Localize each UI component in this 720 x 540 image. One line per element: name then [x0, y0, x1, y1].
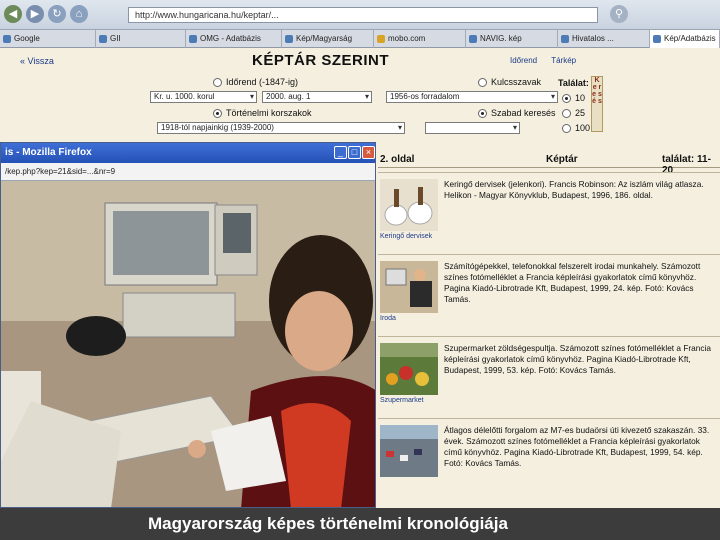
tab-label: GII [110, 34, 121, 43]
page-title: KÉPTÁR SZERINT [252, 52, 390, 69]
tab-8-active[interactable]: Kép/Adatbázis [650, 30, 720, 48]
tab-favicon-icon [3, 35, 11, 43]
idorend-link[interactable]: Időrend [510, 56, 537, 65]
results-header: 2. oldal Képtár találat: 11-20 [378, 152, 720, 176]
search-icon[interactable]: ⚲ [610, 5, 628, 23]
tab-4[interactable]: Kép/Magyarság [282, 30, 374, 48]
tab-favicon-icon [189, 35, 197, 43]
talalat-25-label: 25 [575, 108, 586, 118]
idorend-radio[interactable] [213, 78, 222, 87]
talalat-10-radio[interactable] [562, 94, 571, 103]
close-icon[interactable]: × [362, 146, 375, 159]
szabad-input[interactable] [425, 122, 520, 134]
tab-label: Kép/Adatbázis [664, 34, 716, 43]
talalat-100-label: 100 [575, 123, 591, 133]
page-number: 2. oldal [380, 154, 415, 165]
thumb-caption[interactable]: Szupermarket [380, 397, 424, 404]
popup-title: is - Mozilla Firefox [1, 143, 375, 163]
szabad-radio[interactable] [478, 109, 487, 118]
idorend-label: Időrend (-1847-ig) [226, 77, 299, 87]
kulcsszo-select[interactable]: 1956-os forradalom [386, 91, 558, 103]
thumb-caption[interactable]: Keringő dervisek [380, 233, 432, 240]
tab-favicon-icon [561, 35, 569, 43]
result-description: Szupermarket zöldségespultja. Számozott … [444, 343, 712, 375]
traffic-thumbnail[interactable] [380, 425, 438, 477]
from-select[interactable]: Kr. u. 1000. korul [150, 91, 257, 103]
kulcsszavak-radio[interactable] [478, 78, 487, 87]
slide-caption-bar: Magyarország képes történelmi kronológiá… [0, 508, 720, 540]
result-item: Átlagos délelőtti forgalom az M7-es buda… [378, 418, 720, 500]
tab-favicon-icon [469, 35, 477, 43]
tortenelmi-radio[interactable] [213, 109, 222, 118]
result-item: Szupermarket Szupermarket zöldségespultj… [378, 336, 720, 418]
tab-7[interactable]: Hivatalos ... [558, 30, 650, 48]
talalat-100-radio[interactable] [562, 124, 571, 133]
result-item: Keringő dervisek Keringő dervisek (jelen… [378, 172, 720, 254]
forward-icon[interactable]: ▶ [26, 5, 44, 23]
home-icon[interactable]: ⌂ [70, 5, 88, 23]
popup-window[interactable]: is - Mozilla Firefox _ □ × /kep.php?kep=… [0, 142, 376, 508]
result-description: Átlagos délelőtti forgalom az M7-es buda… [444, 425, 710, 468]
results-section: Képtár [546, 154, 578, 165]
browser-toolbar: ◀ ▶ ↻ ⌂ http://www.hungaricana.hu/keptar… [0, 0, 720, 30]
tab-favicon-icon [99, 35, 107, 43]
korszak-select[interactable]: 1918-tól napjainkig (1939-2000) [157, 122, 405, 134]
dervish-thumbnail[interactable] [380, 179, 438, 231]
slide-caption: Magyarország képes történelmi kronológiá… [148, 514, 508, 533]
browser-window: ◀ ▶ ↻ ⌂ http://www.hungaricana.hu/keptar… [0, 0, 720, 508]
tab-2[interactable]: GII [96, 30, 186, 48]
to-select[interactable]: 2000. aug. 1 [262, 91, 372, 103]
maximize-icon[interactable]: □ [348, 146, 361, 159]
tab-3[interactable]: OMG - Adatbázis [186, 30, 282, 48]
kereses-button[interactable]: K e r e s é s [591, 76, 603, 132]
minimize-icon[interactable]: _ [334, 146, 347, 159]
tab-label: Google [14, 34, 40, 43]
office-thumbnail[interactable] [380, 261, 438, 313]
tab-label: NAVIG. kép [480, 34, 522, 43]
tab-label: OMG - Adatbázis [200, 34, 261, 43]
tab-6[interactable]: NAVIG. kép [466, 30, 558, 48]
top-links: Időrend Tárkép [510, 56, 588, 65]
tab-strip: Google GII OMG - Adatbázis Kép/Magyarság… [0, 30, 720, 48]
reload-icon[interactable]: ↻ [48, 5, 66, 23]
tab-1[interactable]: Google [0, 30, 96, 48]
tab-favicon-icon [653, 35, 661, 43]
talalat-label: Találat: [558, 78, 589, 88]
back-link[interactable]: « Vissza [20, 56, 54, 66]
talalat-10-label: 10 [575, 93, 586, 103]
office-photo [1, 181, 375, 507]
tab-favicon-icon [377, 35, 385, 43]
tarkep-link[interactable]: Tárkép [551, 56, 576, 65]
kulcsszavak-label: Kulcsszavak [491, 77, 542, 87]
url-field[interactable]: http://www.hungaricana.hu/keptar/... [128, 7, 598, 23]
back-icon[interactable]: ◀ [4, 5, 22, 23]
result-description: Keringő dervisek (jelenkori). Francis Ro… [444, 179, 704, 200]
thumb-caption[interactable]: Iroda [380, 315, 396, 322]
szabad-label: Szabad keresés [491, 108, 556, 118]
tab-label: mobo.com [388, 34, 426, 43]
popup-address[interactable]: /kep.php?kep=21&sid=...&nr=9 [1, 163, 375, 181]
supermarket-thumbnail[interactable] [380, 343, 438, 395]
tab-favicon-icon [285, 35, 293, 43]
tab-label: Kép/Magyarság [296, 34, 353, 43]
tab-5[interactable]: mobo.com [374, 30, 466, 48]
tab-label: Hivatalos ... [572, 34, 614, 43]
talalat-25-radio[interactable] [562, 109, 571, 118]
tortenelmi-label: Történelmi korszakok [226, 108, 312, 118]
result-description: Számítógépekkel, telefonokkal felszerelt… [444, 261, 701, 304]
result-item: Iroda Számítógépekkel, telefonokkal fels… [378, 254, 720, 336]
